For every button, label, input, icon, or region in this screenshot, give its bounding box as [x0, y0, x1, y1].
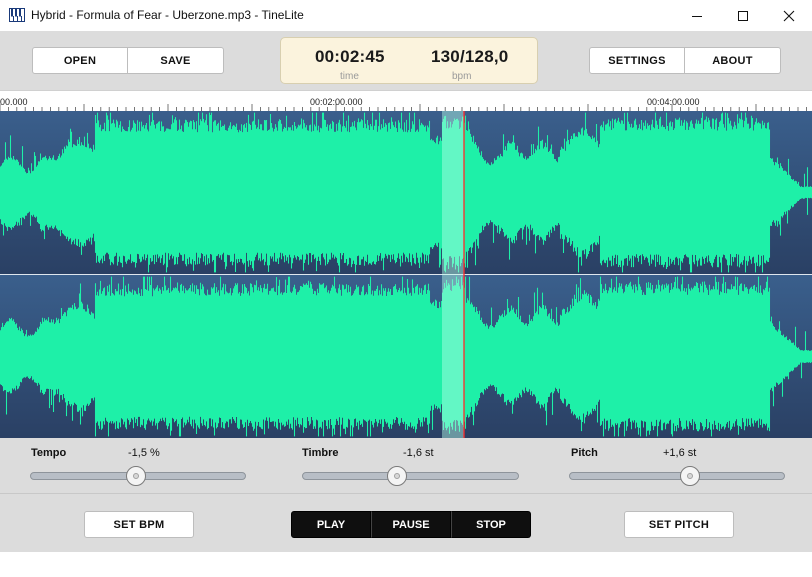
maximize-icon — [738, 10, 748, 21]
window-title: Hybrid - Formula of Fear - Uberzone.mp3 … — [31, 8, 304, 22]
pitch-value: +1,6 st — [663, 447, 697, 459]
tempo-value: -1,5 % — [128, 447, 160, 459]
tempo-slider-thumb[interactable] — [125, 466, 146, 486]
close-icon — [783, 10, 795, 21]
transport-bar: SET BPM PLAY PAUSE STOP SET PITCH — [0, 493, 812, 552]
maximize-button[interactable] — [720, 0, 766, 31]
bpm-label: bpm — [452, 71, 472, 82]
ruler-label-start: 00.000 — [0, 97, 28, 107]
time-value: 00:02:45 — [315, 47, 385, 66]
bpm-value: 130/128,0 — [431, 47, 509, 66]
timbre-slider-track[interactable] — [302, 472, 519, 480]
time-label: time — [340, 71, 359, 82]
adjustment-controls: Tempo -1,5 % Timbre -1,6 st Pitch +1,6 s… — [0, 438, 812, 493]
pause-button[interactable]: PAUSE — [371, 511, 451, 538]
about-button[interactable]: ABOUT — [685, 47, 781, 74]
minimize-icon — [692, 15, 702, 17]
timbre-slider-thumb[interactable] — [387, 466, 408, 486]
close-button[interactable] — [766, 0, 812, 31]
tempo-label: Tempo — [31, 447, 67, 459]
timbre-value: -1,6 st — [403, 447, 434, 459]
stop-button[interactable]: STOP — [451, 511, 531, 538]
time-ruler[interactable]: 00.000 00:02:00.000 00:04:00.000 — [0, 90, 812, 111]
waveform-channel-2 — [0, 276, 812, 437]
settings-button[interactable]: SETTINGS — [589, 47, 685, 74]
pitch-slider-track[interactable] — [569, 472, 785, 480]
title-bar: Hybrid - Formula of Fear - Uberzone.mp3 … — [0, 0, 812, 31]
save-button[interactable]: SAVE — [128, 47, 224, 74]
toolbar: OPEN SAVE 00:02:45 time 130/128,0 bpm SE… — [0, 31, 812, 90]
set-bpm-button[interactable]: SET BPM — [84, 511, 194, 538]
set-pitch-button[interactable]: SET PITCH — [624, 511, 734, 538]
waveform-channel-1 — [0, 112, 812, 273]
pitch-label: Pitch — [571, 447, 598, 459]
piano-keys-icon — [9, 8, 25, 22]
timbre-label: Timbre — [302, 447, 339, 459]
time-bpm-display: 00:02:45 time 130/128,0 bpm — [280, 37, 538, 84]
play-button[interactable]: PLAY — [291, 511, 371, 538]
minimize-button[interactable] — [674, 0, 720, 31]
selection-region[interactable] — [442, 111, 464, 438]
ruler-label-4min: 00:04:00.000 — [647, 97, 700, 107]
waveform-canvas[interactable] — [0, 111, 812, 438]
ruler-label-2min: 00:02:00.000 — [310, 97, 363, 107]
status-area — [0, 552, 812, 577]
pitch-slider-thumb[interactable] — [679, 466, 700, 486]
waveform-view[interactable] — [0, 111, 812, 438]
open-button[interactable]: OPEN — [32, 47, 128, 74]
